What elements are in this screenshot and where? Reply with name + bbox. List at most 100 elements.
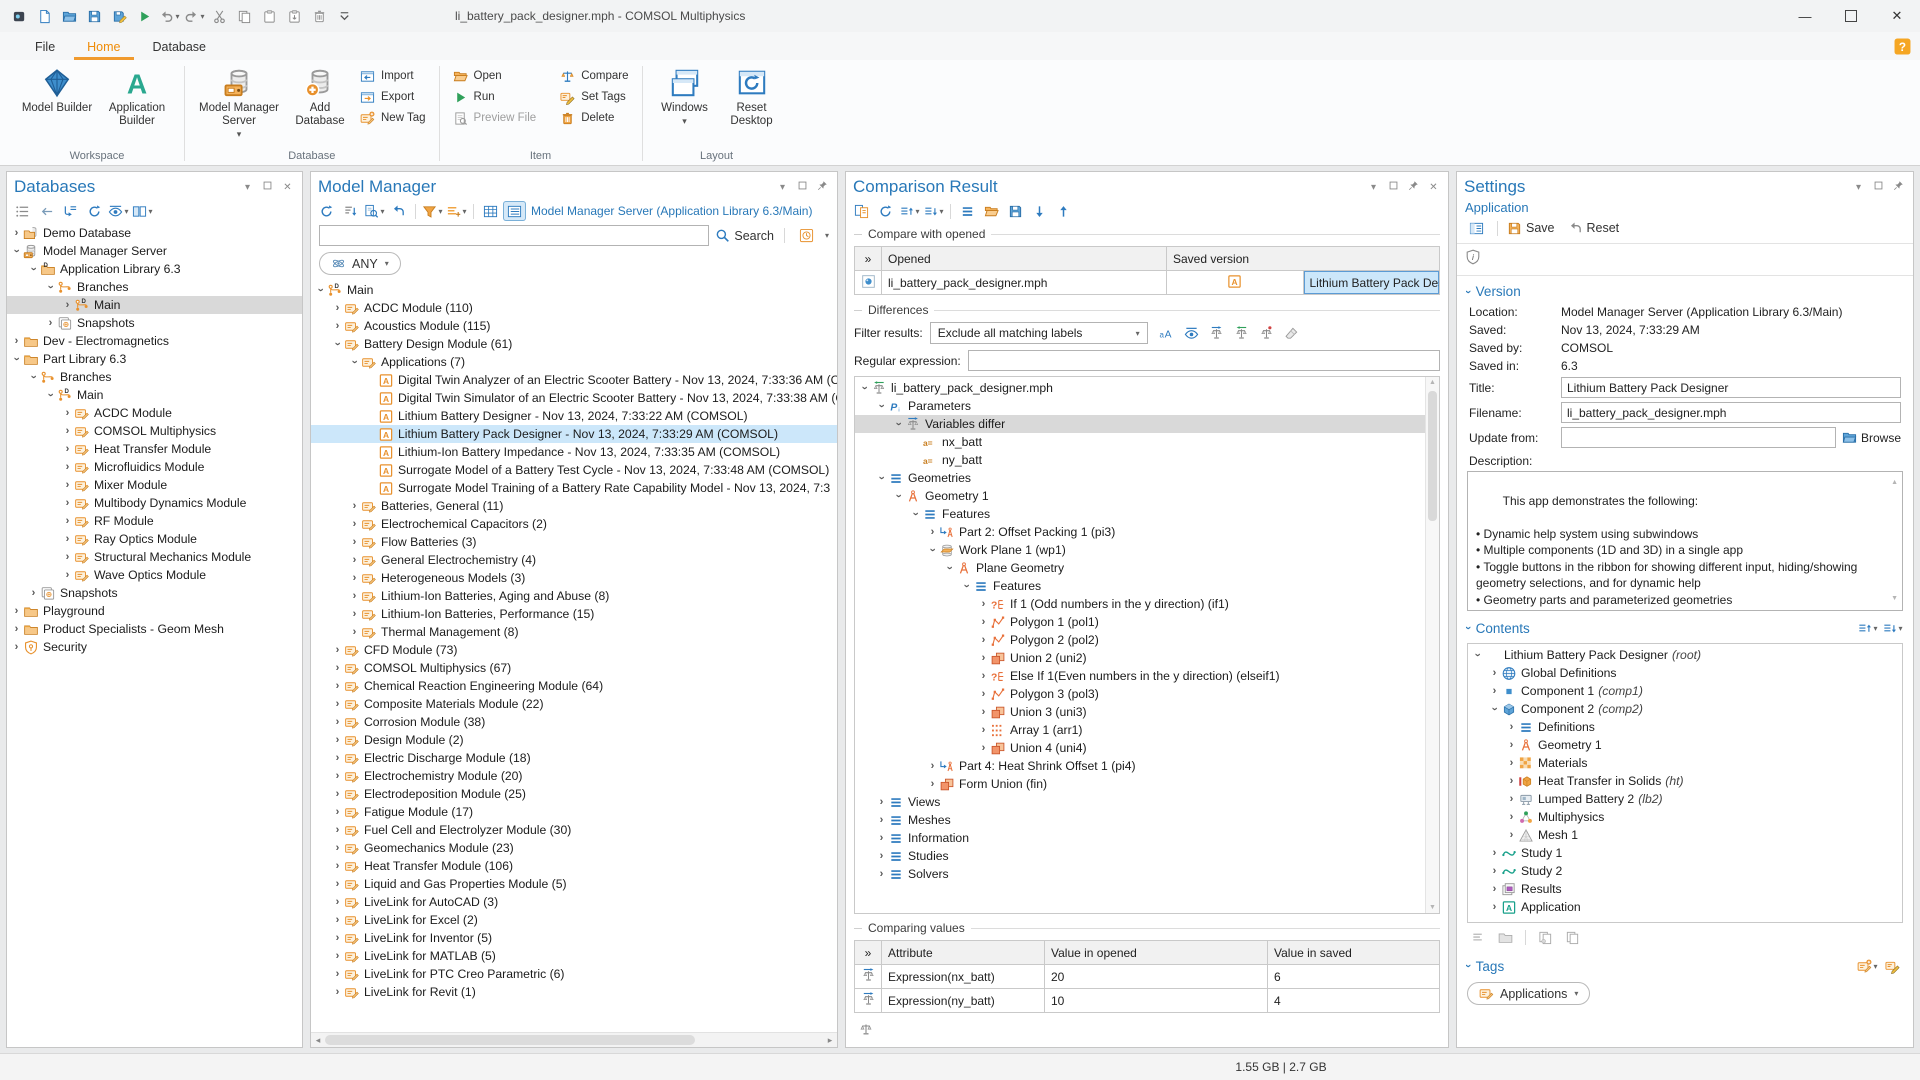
save-icon[interactable] [1004,201,1027,221]
delete-button[interactable]: Delete [555,108,633,128]
collapse-icon[interactable]: › [315,284,327,297]
expand-icon[interactable]: › [875,814,888,826]
tree-item[interactable]: › Union 2 (uni2) [855,649,1425,667]
duplicate-node-icon[interactable] [1561,927,1584,947]
scroll-down-icon[interactable]: ▼ [1891,591,1898,608]
filter-results-select[interactable]: Exclude all matching labels ▾ [929,322,1148,344]
open-folder-icon[interactable] [980,201,1003,221]
compare-changed-icon[interactable] [1255,323,1278,343]
expand-icon[interactable]: › [331,914,344,926]
collapse-all-icon[interactable]: ▾ [922,201,945,221]
search-input[interactable] [319,225,710,246]
tree-item[interactable]: › Chemical Reaction Engineering Module (6… [311,677,837,695]
expand-icon[interactable]: › [977,598,990,610]
tree-item[interactable]: › Part 2: Offset Packing 1 (pi3) [855,523,1425,541]
expand-icon[interactable]: › [348,536,361,548]
search-in-results-icon[interactable]: ▾ [363,201,386,221]
tree-item[interactable]: › Lithium-Ion Batteries, Performance (15) [311,605,837,623]
tree-item[interactable]: › Variables differ [855,415,1425,433]
tree-item[interactable]: › Battery Design Module (61) [311,335,837,353]
tree-item[interactable]: › Materials [1468,754,1902,772]
expand-icon[interactable]: › [348,500,361,512]
tree-item[interactable]: › Studies [855,847,1425,865]
tree-item[interactable]: › LiveLink for MATLAB (5) [311,947,837,965]
expand-icon[interactable]: › [1505,793,1518,805]
tree-item[interactable]: › Electrodeposition Module (25) [311,785,837,803]
tree-item[interactable]: › Polygon 1 (pol1) [855,613,1425,631]
collapse-icon[interactable]: › [45,281,57,294]
close-panel-icon[interactable]: ✕ [1426,182,1441,193]
expand-icon[interactable]: › [331,842,344,854]
collapse-icon[interactable]: › [893,490,905,503]
save-as-icon[interactable] [108,6,131,26]
tree-item[interactable]: › Multibody Dynamics Module [7,494,302,512]
close-panel-icon[interactable]: ✕ [280,182,295,193]
tree-item[interactable]: › D Main [7,296,302,314]
expand-icon[interactable]: › [331,788,344,800]
collapse-icon[interactable]: › [876,472,888,485]
sort-down-icon[interactable]: ▾ [1881,618,1904,638]
list-bullets-icon[interactable] [11,201,34,221]
expand-icon[interactable]: › [977,652,990,664]
expand-icon[interactable]: › [61,479,74,491]
attribute-cell[interactable]: Expression(nx_batt) [881,964,1045,989]
columns-icon[interactable]: ▾ [131,201,154,221]
expand-icon[interactable]: › [1488,667,1501,679]
expand-icon[interactable]: › [61,569,74,581]
tree-item[interactable]: › D Main [7,386,302,404]
panel-menu-icon[interactable]: ▾ [775,182,790,193]
tab-database[interactable]: Database [140,35,220,60]
expand-icon[interactable]: › [875,796,888,808]
tree-item[interactable]: ›? Else If 1(Even numbers in the y direct… [855,667,1425,685]
tree-item[interactable]: › Part 4: Heat Shrink Offset 1 (pi4) [855,757,1425,775]
back-arrow-icon[interactable] [35,201,58,221]
title-field[interactable] [1561,377,1901,398]
collapse-icon[interactable]: › [927,544,939,557]
expand-icon[interactable]: › [331,752,344,764]
tree-item[interactable]: › Information [855,829,1425,847]
expand-icon[interactable]: › [44,317,57,329]
expand-icon[interactable]: › [1488,883,1501,895]
compare-files-icon[interactable] [850,201,873,221]
expand-icon[interactable]: › [61,551,74,563]
panel-menu-icon[interactable]: ▾ [240,182,255,193]
tree-item[interactable]: › A Application [1468,898,1902,916]
expand-icon[interactable]: › [926,526,939,538]
tree-item[interactable]: › Part Library 6.3 [7,350,302,368]
expand-icon[interactable]: › [331,680,344,692]
tree-item[interactable]: › Structural Mechanics Module [7,548,302,566]
tree-item[interactable]: › Array 1 (arr1) [855,721,1425,739]
tree-item[interactable]: › Microfluidics Module [7,458,302,476]
saved-searches-icon[interactable]: ▾ [445,201,468,221]
vertical-scrollbar[interactable]: ▲ ▼ [1425,377,1439,913]
redo-icon[interactable]: ▾ [183,6,206,26]
add-tag-icon[interactable]: ▾ [1856,956,1879,976]
shield-info-icon[interactable]: i [1465,249,1481,265]
expand-icon[interactable]: › [331,932,344,944]
filter-icon[interactable]: ▾ [421,201,444,221]
expand-icon[interactable]: › [331,662,344,674]
tree-item[interactable]: › Applications (7) [311,353,837,371]
expand-icon[interactable]: › [61,515,74,527]
contents-section-header[interactable]: › Contents ▾ ▾ [1457,612,1913,642]
tree-item[interactable]: › COMSOL Multiphysics [7,422,302,440]
tab-home[interactable]: Home [74,35,134,60]
pin-icon[interactable] [1891,180,1906,194]
collapse-icon[interactable]: › [876,400,888,413]
list-view-icon[interactable] [503,201,526,221]
model-builder-button[interactable]: Model Builder [18,64,96,115]
tree-item[interactable]: › Component 2 (comp2) [1468,700,1902,718]
preview-file-button[interactable]: Preview File [448,108,542,128]
compare-button[interactable]: Compare [555,66,633,86]
open-file-icon[interactable] [58,6,81,26]
collapse-icon[interactable]: › [1489,703,1501,716]
tree-item[interactable]: › li_battery_pack_designer.mph [855,379,1425,397]
model-manager-server-button[interactable]: Model Manager Server ▾ [193,64,285,141]
expand-all-icon[interactable]: ▾ [898,201,921,221]
tree-item[interactable]: › Heat Transfer Module [7,440,302,458]
set-tags-button[interactable]: Set Tags [555,87,633,107]
folder-gray-icon[interactable] [1494,927,1517,947]
update-from-field[interactable] [1561,427,1836,448]
expand-icon[interactable]: › [331,968,344,980]
compare-to-saved-icon[interactable] [1205,323,1228,343]
